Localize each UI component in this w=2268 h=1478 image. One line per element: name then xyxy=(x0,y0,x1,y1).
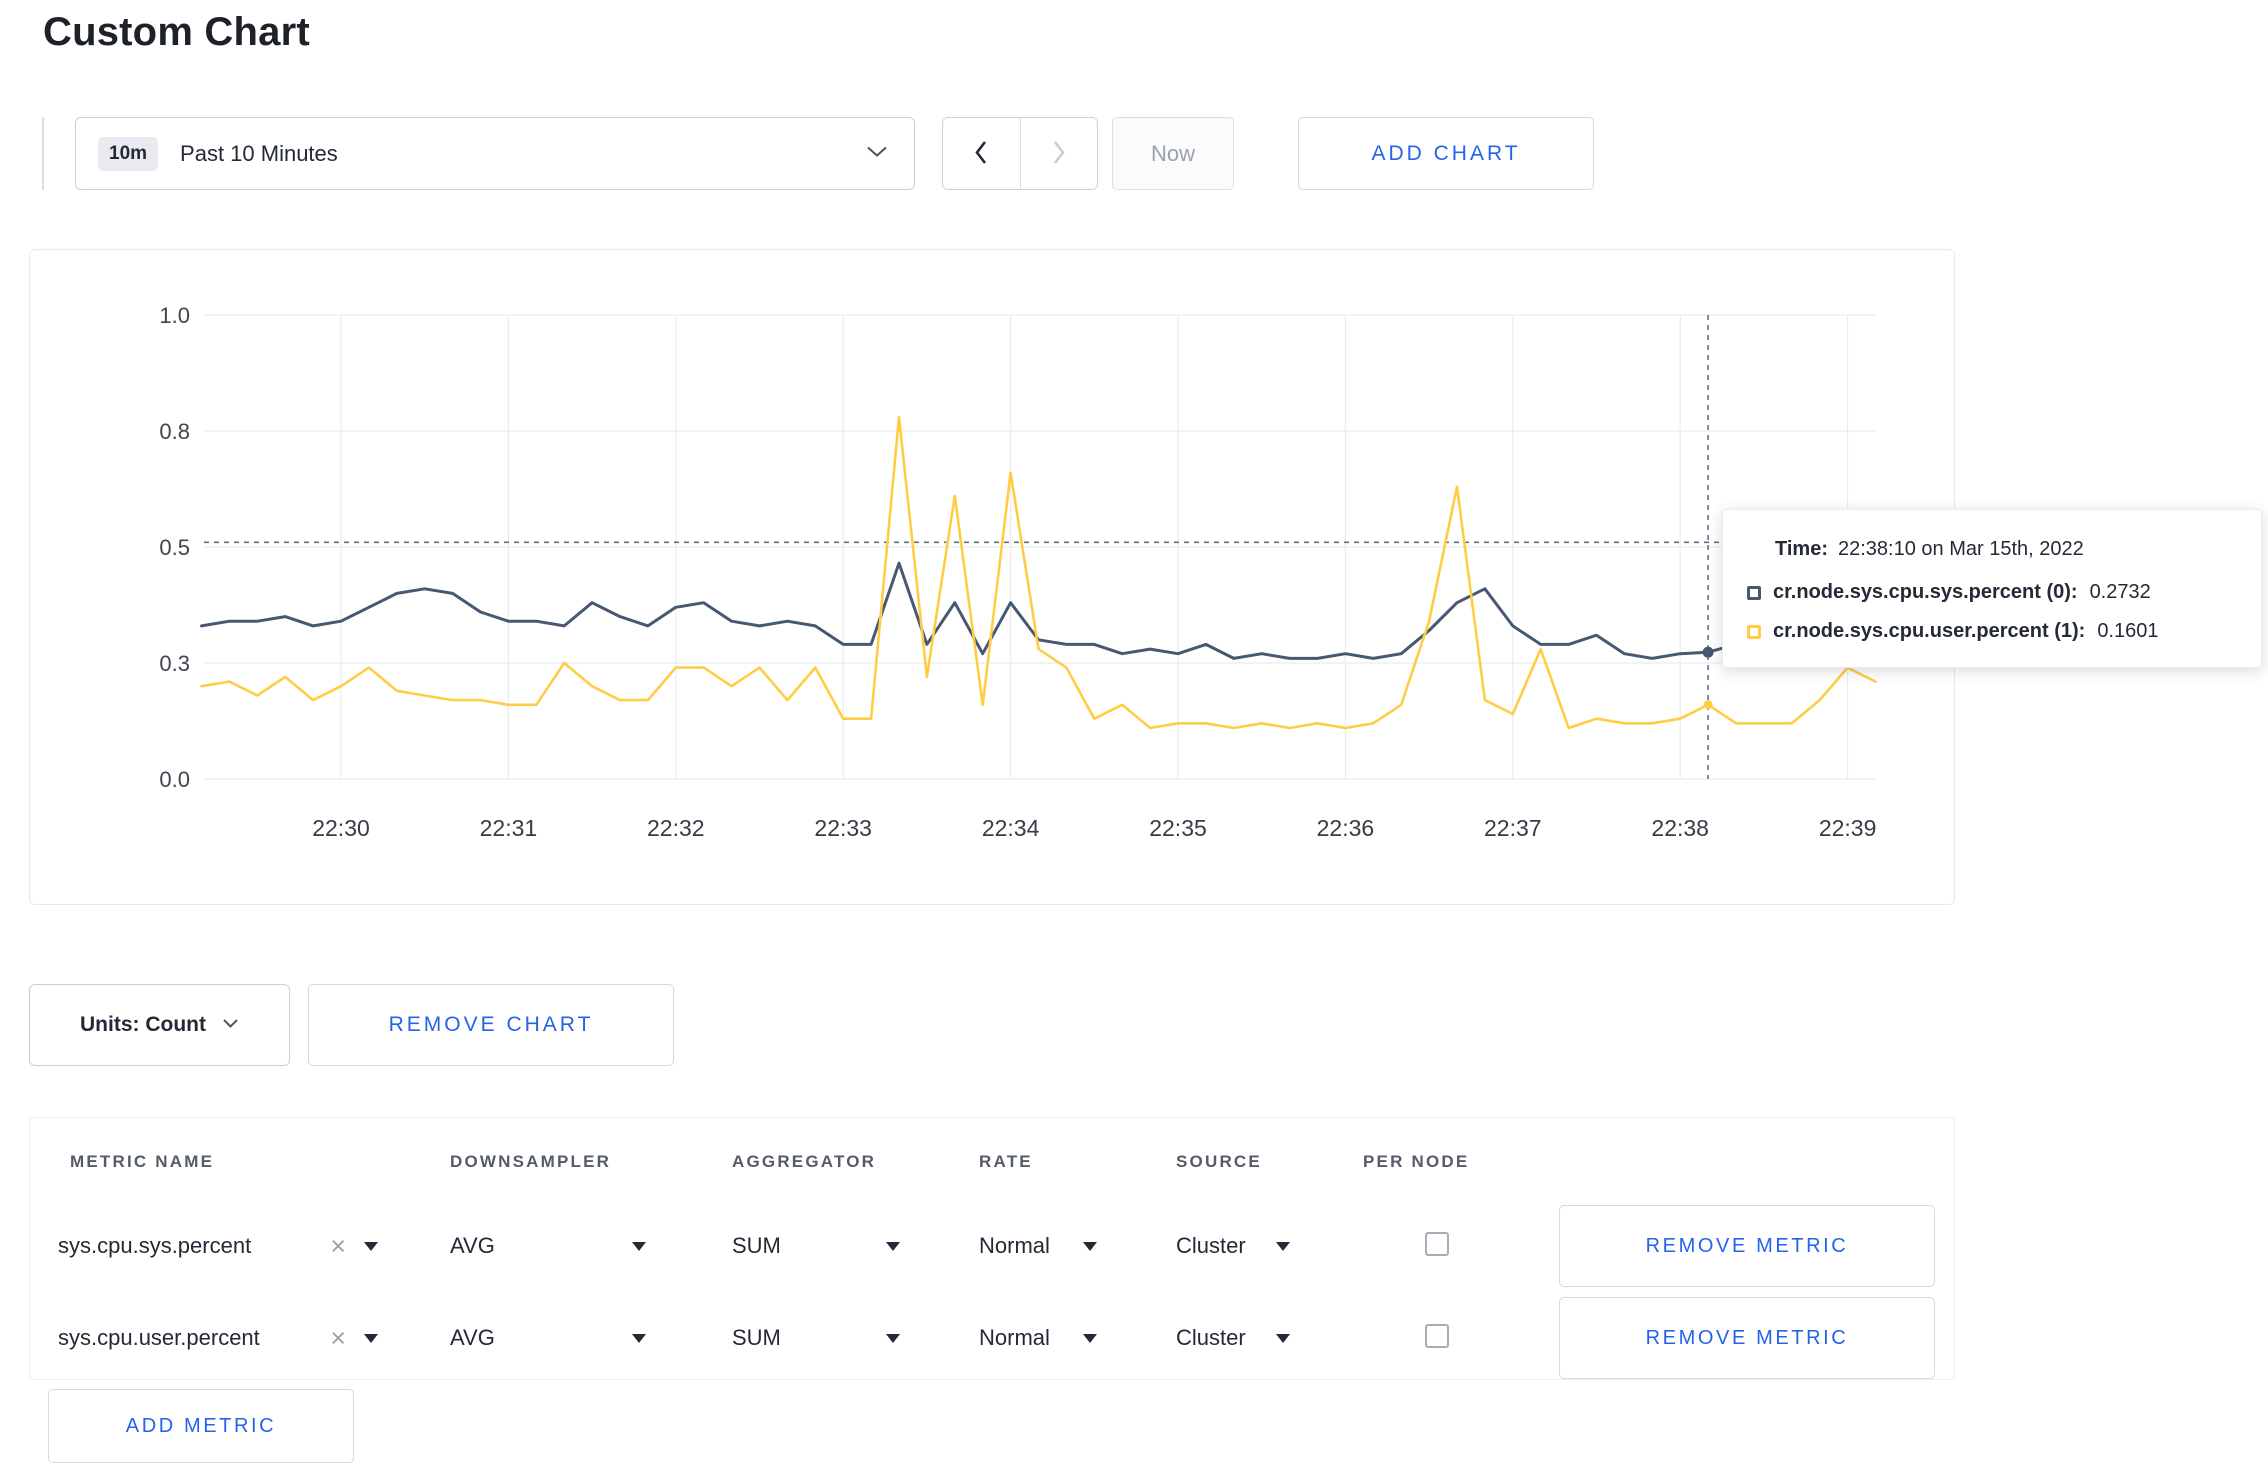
caret-down-icon xyxy=(1276,1241,1290,1251)
aggregator-value: SUM xyxy=(732,1325,781,1350)
rate-value: Normal xyxy=(979,1325,1050,1350)
cpu-percent-chart[interactable]: 0.0 0.3 0.5 0.8 1.0 22:30 22:31 22:32 22:33 22:34… xyxy=(30,250,1953,903)
page-title: Custom Chart xyxy=(43,10,310,54)
column-header-downsampler: DOWNSAMPLER xyxy=(450,1152,612,1171)
source-value: Cluster xyxy=(1176,1325,1246,1350)
caret-down-icon xyxy=(632,1333,646,1343)
tooltip-time-label: Time: xyxy=(1775,538,1828,560)
chevron-right-icon xyxy=(1050,139,1067,169)
metric-name-select[interactable]: sys.cpu.sys.percent × xyxy=(58,1233,378,1260)
x-axis-label: 22:36 xyxy=(1317,815,1375,841)
column-header-source: SOURCE xyxy=(1176,1152,1262,1171)
y-axis-label: 0.3 xyxy=(159,651,190,676)
toolbar-divider xyxy=(42,117,44,190)
rate-select[interactable]: Normal xyxy=(979,1233,1097,1259)
caret-down-icon xyxy=(632,1241,646,1251)
tooltip-time-row: Time: 22:38:10 on Mar 15th, 2022 xyxy=(1747,538,2233,561)
source-value: Cluster xyxy=(1176,1233,1246,1258)
aggregator-select[interactable]: SUM xyxy=(732,1233,900,1259)
custom-chart-page: Custom Chart 10m Past 10 Minutes Now ADD… xyxy=(0,0,2268,1478)
aggregator-value: SUM xyxy=(732,1233,781,1258)
metric-name-select[interactable]: sys.cpu.user.percent × xyxy=(58,1325,378,1352)
source-select[interactable]: Cluster xyxy=(1176,1325,1290,1351)
downsampler-value: AVG xyxy=(450,1233,495,1258)
clear-metric-icon[interactable]: × xyxy=(330,1325,346,1352)
caret-down-icon xyxy=(1083,1333,1097,1343)
clear-metric-icon[interactable]: × xyxy=(330,1233,346,1260)
column-header-per-node: PER NODE xyxy=(1363,1152,1470,1171)
time-range-badge: 10m xyxy=(98,136,159,171)
caret-down-icon xyxy=(364,1241,378,1251)
tooltip-series-name: cr.node.sys.cpu.sys.percent (0): xyxy=(1773,581,2078,603)
series-swatch-sys-icon xyxy=(1747,585,1761,600)
x-axis-label: 22:39 xyxy=(1819,815,1877,841)
caret-down-icon xyxy=(886,1241,900,1251)
caret-down-icon xyxy=(886,1333,900,1343)
chart-card: 0.0 0.3 0.5 0.8 1.0 22:30 22:31 22:32 22:33 22:34… xyxy=(29,249,1955,905)
metric-name-value: sys.cpu.user.percent xyxy=(58,1325,260,1350)
series-line-1 xyxy=(200,415,1877,730)
x-axis-label: 22:34 xyxy=(982,815,1040,841)
tooltip-series-value: 0.1601 xyxy=(2097,620,2159,642)
chart-tooltip: Time: 22:38:10 on Mar 15th, 2022 cr.node.… xyxy=(1722,509,2262,668)
series-swatch-user-icon xyxy=(1747,624,1761,639)
table-row: sys.cpu.sys.percent × AVG SUM Normal Clu… xyxy=(58,1200,1954,1292)
downsampler-value: AVG xyxy=(450,1325,495,1350)
x-axis-label: 22:37 xyxy=(1484,815,1542,841)
caret-down-icon xyxy=(364,1333,378,1343)
column-header-aggregator: AGGREGATOR xyxy=(732,1152,877,1171)
per-node-checkbox[interactable] xyxy=(1425,1323,1449,1348)
tooltip-series-row: cr.node.sys.cpu.user.percent (1): 0.1601 xyxy=(1747,620,2233,643)
highlight-dot-0 xyxy=(1702,646,1714,658)
remove-chart-button[interactable]: REMOVE CHART xyxy=(308,984,674,1066)
column-header-rate: RATE xyxy=(979,1152,1033,1171)
remove-metric-button[interactable]: REMOVE METRIC xyxy=(1559,1297,1935,1379)
source-select[interactable]: Cluster xyxy=(1176,1233,1290,1259)
y-axis-label: 1.0 xyxy=(159,303,190,328)
y-axis-label: 0.5 xyxy=(159,535,190,560)
rate-select[interactable]: Normal xyxy=(979,1325,1097,1351)
time-range-select[interactable]: 10m Past 10 Minutes xyxy=(75,117,915,190)
tooltip-series-value: 0.2732 xyxy=(2089,581,2151,603)
time-pager xyxy=(942,117,1098,190)
column-header-metric-name: METRIC NAME xyxy=(70,1152,215,1171)
tooltip-series-row: cr.node.sys.cpu.sys.percent (0): 0.2732 xyxy=(1747,581,2233,604)
aggregator-select[interactable]: SUM xyxy=(732,1325,900,1351)
prev-time-button[interactable] xyxy=(943,118,1021,189)
y-axis-label: 0.0 xyxy=(159,767,190,792)
metric-name-value: sys.cpu.sys.percent xyxy=(58,1233,252,1258)
tooltip-series-name: cr.node.sys.cpu.user.percent (1): xyxy=(1773,620,2086,642)
highlight-dot-1 xyxy=(1703,700,1713,710)
x-axis-label: 22:31 xyxy=(480,815,538,841)
table-row: sys.cpu.user.percent × AVG SUM Normal Cl… xyxy=(58,1292,1954,1384)
chevron-left-icon xyxy=(973,139,990,169)
caret-down-icon xyxy=(1276,1333,1290,1343)
downsampler-select[interactable]: AVG xyxy=(450,1233,646,1259)
next-time-button[interactable] xyxy=(1020,118,1097,189)
metrics-table: METRIC NAME DOWNSAMPLER AGGREGATOR RATE … xyxy=(29,1117,1955,1380)
x-axis-label: 22:32 xyxy=(647,815,705,841)
units-select[interactable]: Units: Count xyxy=(29,984,290,1066)
x-axis-label: 22:30 xyxy=(312,815,370,841)
tooltip-time-value: 22:38:10 on Mar 15th, 2022 xyxy=(1837,538,2084,560)
chevron-down-icon xyxy=(866,145,888,163)
time-range-label: Past 10 Minutes xyxy=(180,140,338,166)
rate-value: Normal xyxy=(979,1233,1050,1258)
x-axis-label: 22:33 xyxy=(814,815,872,841)
downsampler-select[interactable]: AVG xyxy=(450,1325,646,1351)
per-node-checkbox[interactable] xyxy=(1425,1231,1449,1256)
remove-metric-button[interactable]: REMOVE METRIC xyxy=(1559,1205,1935,1287)
chevron-down-icon xyxy=(222,1016,239,1034)
now-button[interactable]: Now xyxy=(1112,117,1234,190)
metrics-table-header: METRIC NAME DOWNSAMPLER AGGREGATOR RATE … xyxy=(70,1138,1954,1186)
add-metric-button[interactable]: ADD METRIC xyxy=(48,1389,354,1463)
y-axis-label: 0.8 xyxy=(159,419,190,444)
add-chart-button[interactable]: ADD CHART xyxy=(1298,117,1594,190)
x-axis-label: 22:38 xyxy=(1651,815,1709,841)
units-label: Units: Count xyxy=(80,1013,206,1036)
caret-down-icon xyxy=(1083,1241,1097,1251)
x-axis-label: 22:35 xyxy=(1149,815,1207,841)
